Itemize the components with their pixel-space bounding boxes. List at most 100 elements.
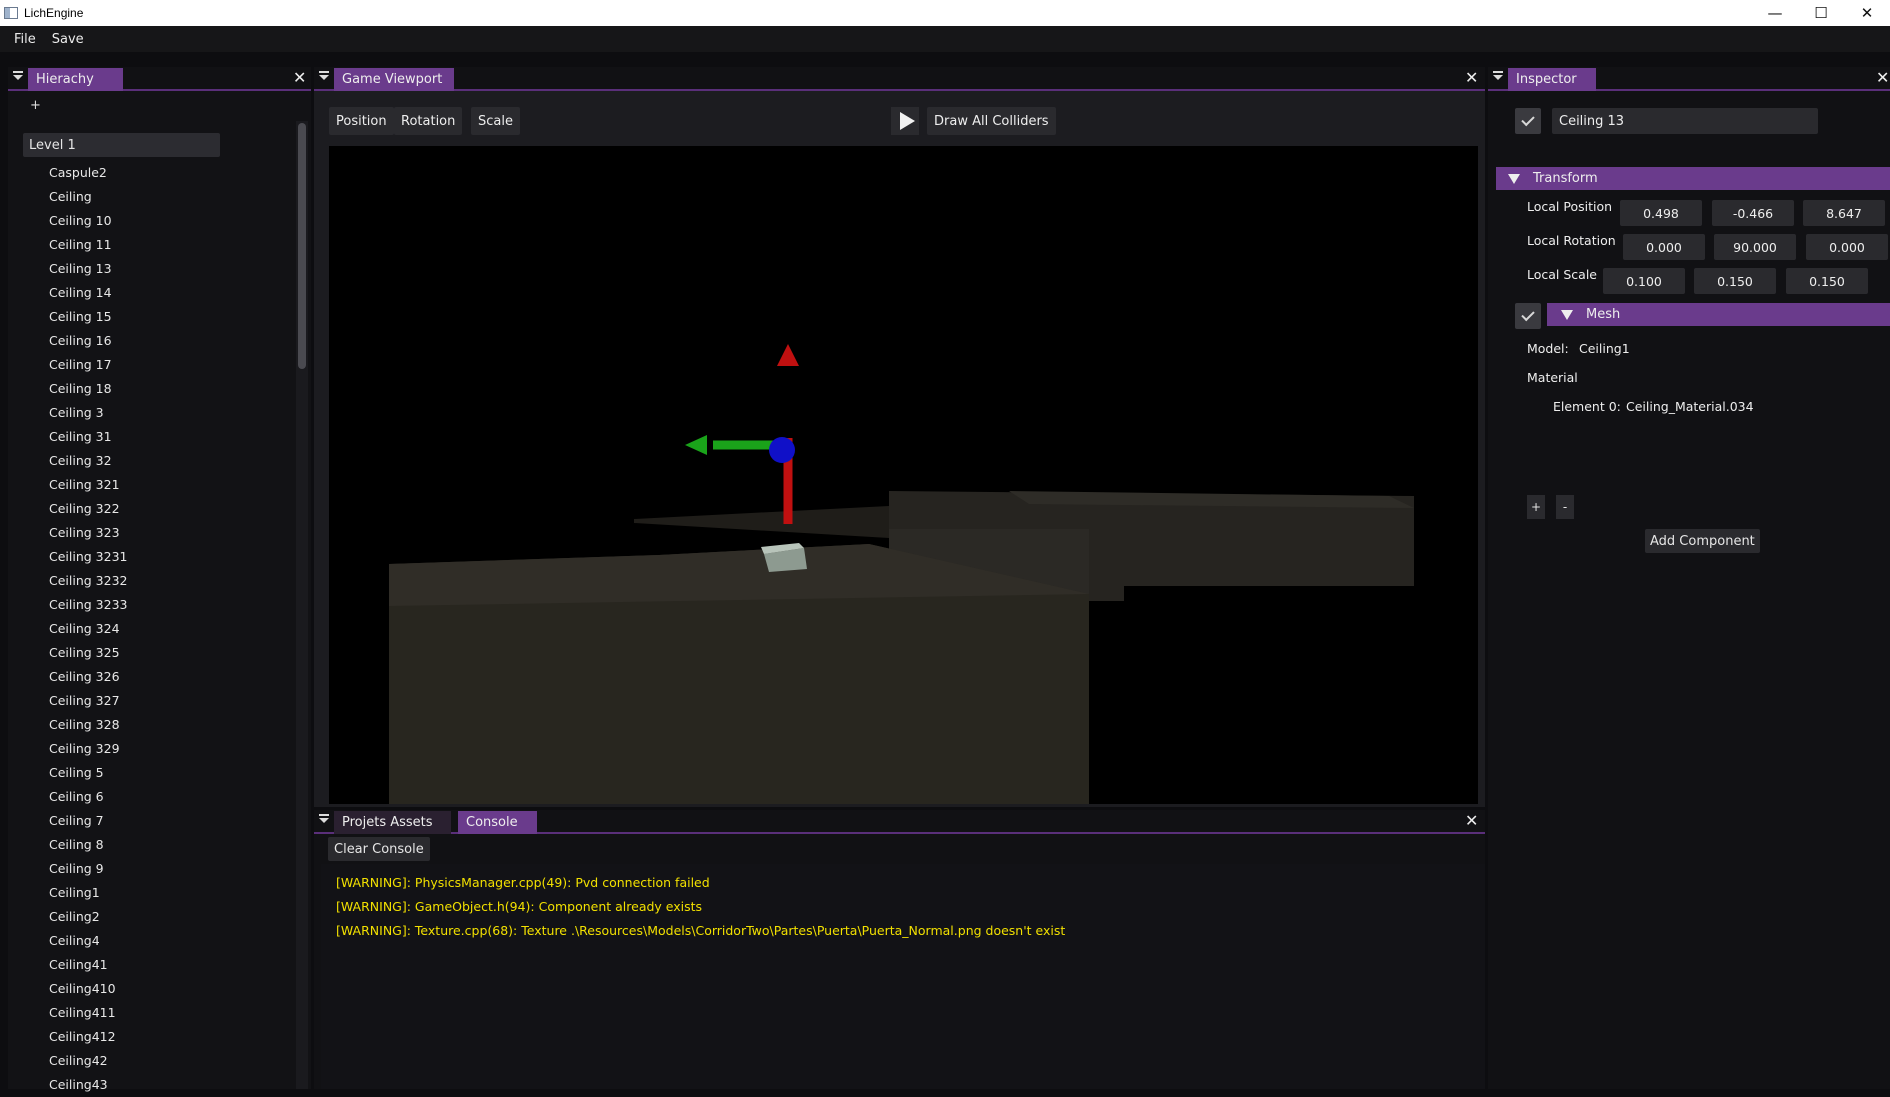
local-rotation-label: Local Rotation — [1527, 233, 1616, 248]
hierarchy-item[interactable]: Ceiling 11 — [49, 233, 127, 257]
scale-z-field[interactable]: 0.150 — [1786, 268, 1868, 294]
hierarchy-item[interactable]: Ceiling 17 — [49, 353, 127, 377]
check-icon — [1521, 307, 1535, 322]
hierarchy-item[interactable]: Ceiling42 — [49, 1049, 127, 1073]
hierarchy-item[interactable]: Ceiling 16 — [49, 329, 127, 353]
minimize-button[interactable]: — — [1752, 0, 1798, 26]
hierarchy-item[interactable]: Ceiling 18 — [49, 377, 127, 401]
hierarchy-item[interactable]: Caspule2 — [49, 161, 127, 185]
model-value[interactable]: Ceiling1 — [1579, 341, 1630, 356]
add-component-button[interactable]: Add Component — [1645, 529, 1760, 553]
console-panel: Projets Assets Console ✕ Clear Console [… — [314, 810, 1485, 1089]
window-title: LichEngine — [24, 6, 84, 20]
tab-game-viewport[interactable]: Game Viewport — [334, 68, 454, 91]
hierarchy-item[interactable]: Ceiling 9 — [49, 857, 127, 881]
hierarchy-item[interactable]: Ceiling 321 — [49, 473, 127, 497]
panel-menu-icon[interactable] — [318, 71, 330, 85]
hierarchy-item[interactable]: Ceiling 329 — [49, 737, 127, 761]
hierarchy-item[interactable]: Ceiling 13 — [49, 257, 127, 281]
hierarchy-item[interactable]: Ceiling 324 — [49, 617, 127, 641]
hierarchy-item[interactable]: Ceiling1 — [49, 881, 127, 905]
tab-inspector[interactable]: Inspector — [1508, 68, 1596, 91]
hierarchy-item[interactable]: Ceiling 327 — [49, 689, 127, 713]
hierarchy-item[interactable]: Ceiling 3231 — [49, 545, 127, 569]
scale-tool-button[interactable]: Scale — [471, 107, 520, 135]
mesh-header[interactable]: Mesh — [1547, 303, 1890, 326]
tab-hierarchy[interactable]: Hierachy — [28, 68, 123, 91]
scene-view[interactable] — [329, 146, 1478, 804]
draw-all-colliders-button[interactable]: Draw All Colliders — [927, 107, 1056, 135]
clear-console-button[interactable]: Clear Console — [328, 837, 430, 861]
position-tool-button[interactable]: Position — [329, 107, 394, 135]
close-icon[interactable]: ✕ — [1465, 812, 1478, 830]
hierarchy-item[interactable]: Ceiling 3 — [49, 401, 127, 425]
hierarchy-item[interactable]: Ceiling 3232 — [49, 569, 127, 593]
close-icon[interactable]: ✕ — [1876, 69, 1889, 87]
tab-console[interactable]: Console — [458, 811, 537, 834]
material-element-value[interactable]: Ceiling_Material.034 — [1626, 399, 1754, 414]
hierarchy-item[interactable]: Ceiling 14 — [49, 281, 127, 305]
hierarchy-item[interactable]: Ceiling 32 — [49, 449, 127, 473]
panel-menu-icon[interactable] — [12, 71, 24, 85]
play-icon — [899, 112, 915, 130]
panel-menu-icon[interactable] — [1492, 71, 1504, 85]
hierarchy-item[interactable]: Ceiling 6 — [49, 785, 127, 809]
hierarchy-item[interactable]: Ceiling4 — [49, 929, 127, 953]
position-x-field[interactable]: 0.498 — [1620, 200, 1702, 226]
scale-y-field[interactable]: 0.150 — [1694, 268, 1776, 294]
hierarchy-item[interactable]: Ceiling 31 — [49, 425, 127, 449]
close-window-button[interactable]: ✕ — [1844, 0, 1890, 26]
hierarchy-item[interactable]: Ceiling 322 — [49, 497, 127, 521]
object-name-field[interactable]: Ceiling 13 — [1552, 108, 1818, 134]
add-object-button[interactable]: + — [30, 98, 41, 113]
hierarchy-list: Caspule2 Ceiling Ceiling 10 Ceiling 11 Ceili… — [49, 161, 127, 1097]
rotation-z-field[interactable]: 0.000 — [1806, 234, 1888, 260]
material-label: Material — [1527, 370, 1578, 385]
game-viewport-panel: Game Viewport ✕ Position Rotation Scale … — [314, 67, 1485, 807]
close-icon[interactable]: ✕ — [1465, 69, 1478, 87]
hierarchy-item[interactable]: Ceiling — [49, 185, 127, 209]
hierarchy-item[interactable]: Ceiling 15 — [49, 305, 127, 329]
hierarchy-item[interactable]: Ceiling 328 — [49, 713, 127, 737]
add-material-button[interactable]: + — [1527, 495, 1545, 519]
rotation-x-field[interactable]: 0.000 — [1623, 234, 1705, 260]
hierarchy-item[interactable]: Ceiling 326 — [49, 665, 127, 689]
play-button[interactable] — [891, 107, 919, 135]
hierarchy-item[interactable]: Ceiling 8 — [49, 833, 127, 857]
scene-render — [389, 344, 1414, 804]
hierarchy-tabbar: Hierachy ✕ — [8, 67, 311, 91]
element-label: Element 0: — [1553, 399, 1621, 414]
scale-x-field[interactable]: 0.100 — [1603, 268, 1685, 294]
hierarchy-root-level[interactable]: Level 1 — [23, 133, 220, 157]
hierarchy-item[interactable]: Ceiling 7 — [49, 809, 127, 833]
hierarchy-item[interactable]: Ceiling 5 — [49, 761, 127, 785]
hierarchy-item[interactable]: Ceiling 10 — [49, 209, 127, 233]
hierarchy-item[interactable]: Ceiling2 — [49, 905, 127, 929]
close-icon[interactable]: ✕ — [293, 69, 306, 87]
maximize-button[interactable]: ☐ — [1798, 0, 1844, 26]
position-z-field[interactable]: 8.647 — [1803, 200, 1885, 226]
hierarchy-item[interactable]: Ceiling 323 — [49, 521, 127, 545]
position-y-field[interactable]: -0.466 — [1712, 200, 1794, 226]
rotation-tool-button[interactable]: Rotation — [394, 107, 463, 135]
rotation-y-field[interactable]: 90.000 — [1714, 234, 1796, 260]
hierarchy-item[interactable]: Ceiling412 — [49, 1025, 127, 1049]
hierarchy-item[interactable]: Ceiling43 — [49, 1073, 127, 1097]
transform-header[interactable]: Transform — [1496, 167, 1890, 190]
tab-project-assets[interactable]: Projets Assets — [334, 811, 451, 834]
scrollbar-thumb[interactable] — [298, 123, 306, 369]
hierarchy-item[interactable]: Ceiling 325 — [49, 641, 127, 665]
mesh-enabled-checkbox[interactable] — [1515, 303, 1541, 329]
hierarchy-item[interactable]: Ceiling411 — [49, 1001, 127, 1025]
model-label: Model: — [1527, 341, 1569, 356]
active-checkbox[interactable] — [1515, 108, 1541, 134]
remove-material-button[interactable]: - — [1556, 495, 1574, 519]
menu-save[interactable]: Save — [44, 32, 92, 47]
panel-menu-icon[interactable] — [318, 814, 330, 828]
hierarchy-item[interactable]: Ceiling41 — [49, 953, 127, 977]
menu-file[interactable]: File — [6, 32, 44, 47]
log-line: [WARNING]: GameObject.h(94): Component a… — [336, 899, 703, 914]
gizmo-center[interactable] — [769, 437, 795, 463]
hierarchy-item[interactable]: Ceiling410 — [49, 977, 127, 1001]
hierarchy-item[interactable]: Ceiling 3233 — [49, 593, 127, 617]
